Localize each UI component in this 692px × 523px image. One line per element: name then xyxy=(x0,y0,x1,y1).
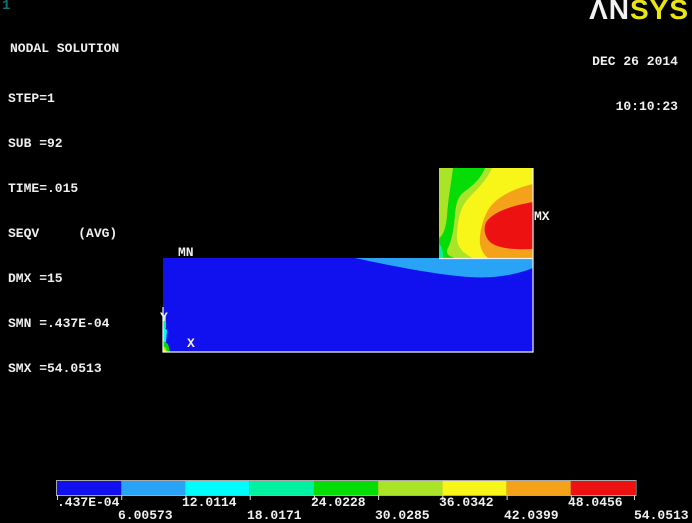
legend-value: 48.0456 xyxy=(568,495,623,510)
max-node-label: MX xyxy=(534,209,550,224)
legend-value: 54.0513 xyxy=(634,508,689,523)
ansys-graphics-window: 1 NODAL SOLUTION STEP=1 SUB =92 TIME=.01… xyxy=(0,0,692,523)
y-axis-label: Y xyxy=(160,310,168,325)
legend-swatch xyxy=(57,481,122,495)
legend-swatch xyxy=(442,481,507,495)
legend-swatch xyxy=(121,481,186,495)
legend-value: 24.0228 xyxy=(311,495,366,510)
legend-swatch xyxy=(570,481,636,495)
x-axis-label: X xyxy=(187,336,195,351)
contour-plot[interactable]: MN MX Y X xyxy=(0,0,692,522)
legend-value: 30.0285 xyxy=(375,508,430,523)
legend-value: 42.0399 xyxy=(504,508,559,523)
legend-swatch xyxy=(506,481,571,495)
legend-swatch xyxy=(313,481,379,495)
legend-value: 36.0342 xyxy=(439,495,494,510)
legend-value: .437E-04 xyxy=(57,495,120,510)
legend-swatch xyxy=(249,481,314,495)
legend-swatch xyxy=(378,481,443,495)
legend-value: 18.0171 xyxy=(247,508,302,523)
legend-swatch xyxy=(185,481,250,495)
min-node-label: MN xyxy=(178,245,194,260)
legend-value: 6.00573 xyxy=(118,508,173,523)
legend-value: 12.0114 xyxy=(182,495,237,510)
